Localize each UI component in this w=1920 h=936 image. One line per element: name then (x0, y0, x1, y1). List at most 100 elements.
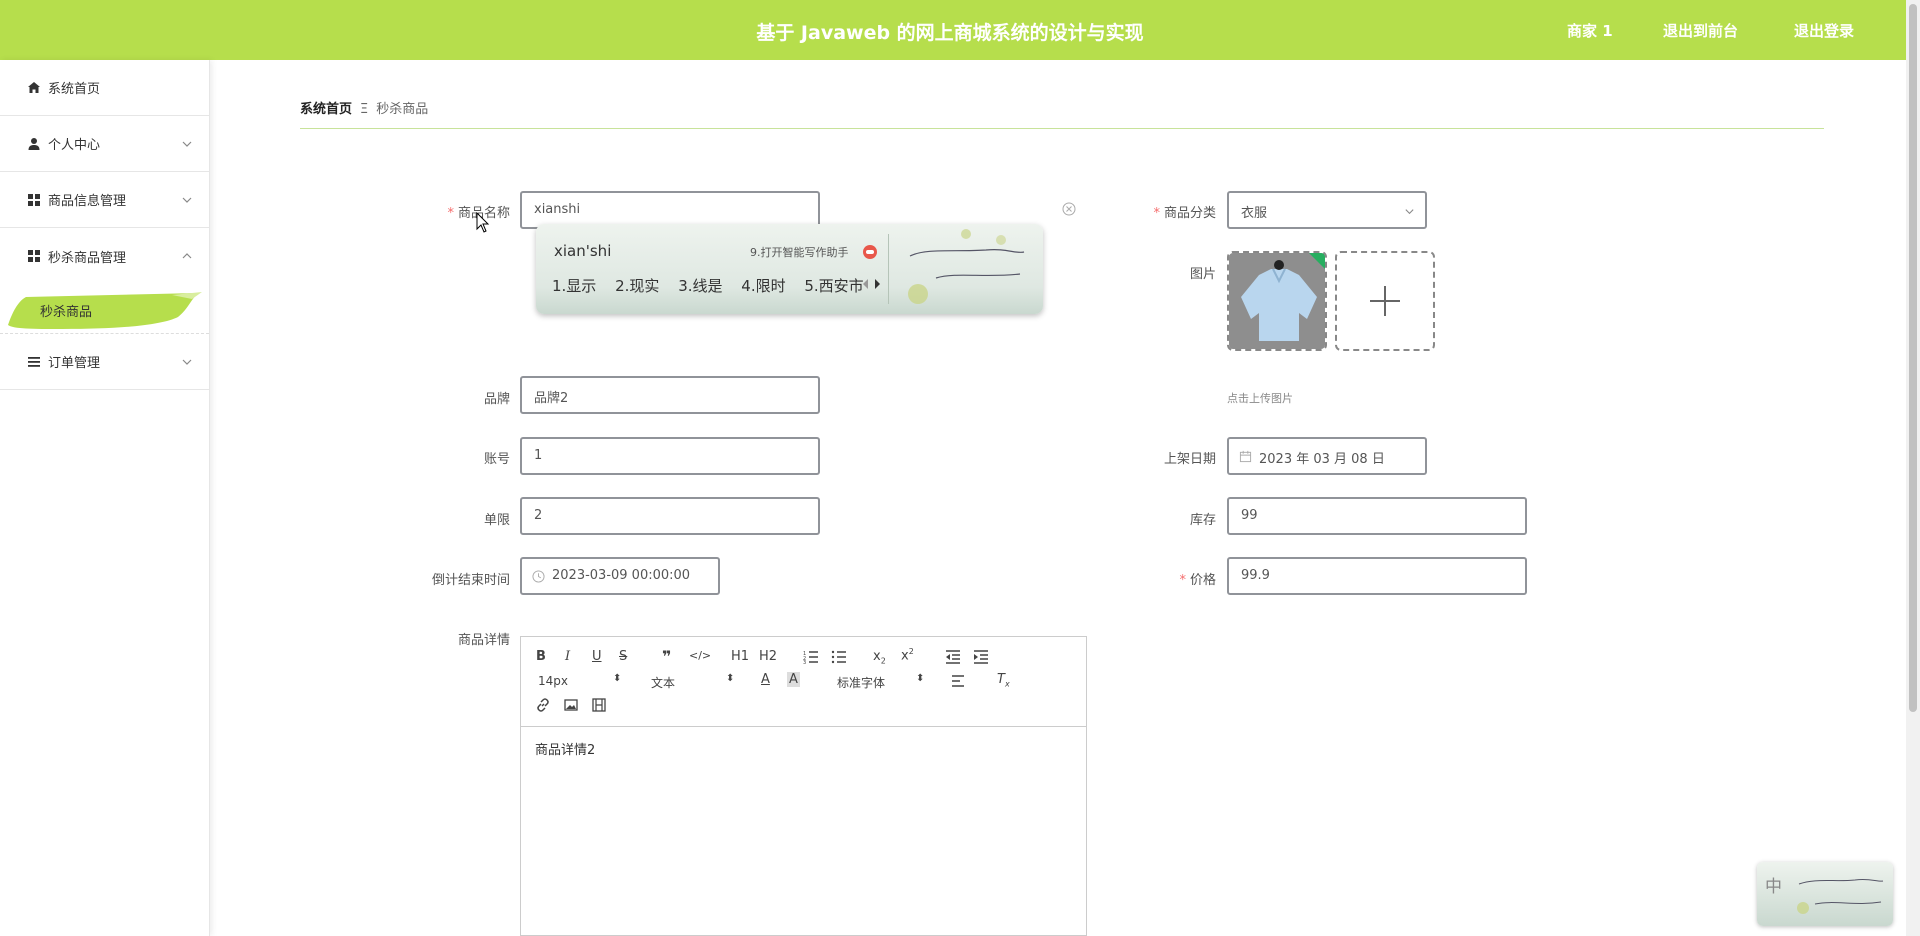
plus-icon (1370, 286, 1400, 316)
subscript-button[interactable]: x2 (873, 649, 886, 666)
sidebar-item-label: 商品信息管理 (48, 194, 127, 209)
ime-mode-indicator[interactable]: 中 (1765, 872, 1782, 897)
list-icon (28, 356, 40, 367)
svg-text:3: 3 (803, 660, 806, 664)
listing-date-picker[interactable]: 2023 年 03 月 08 日 (1227, 437, 1427, 475)
current-user-link[interactable]: 商家 1 (1567, 20, 1613, 41)
calendar-icon (1239, 450, 1252, 463)
sidebar: 系统首页 个人中心 商品信息管理 秒杀商品管理 秒杀商品 订单管理 (0, 60, 210, 936)
top-header: 基于 Javaweb 的网上商城系统的设计与实现 商家 1 退出到前台 退出登录 (0, 0, 1920, 60)
sidebar-item-label: 系统首页 (48, 82, 101, 97)
assistant-icon[interactable] (862, 244, 878, 260)
ordered-list-icon[interactable]: 123 (803, 650, 819, 664)
underline-button[interactable]: U (592, 649, 602, 664)
sidebar-item-goods[interactable]: 商品信息管理 (0, 172, 209, 228)
listing-date-label: 上架日期 (1163, 452, 1216, 467)
chevron-up-icon (182, 253, 192, 259)
page-arrows-icon[interactable] (862, 278, 882, 290)
editor-content[interactable]: 商品详情2 (521, 727, 1086, 770)
ime-skin-decoration (1797, 878, 1884, 914)
brand-input[interactable]: 品牌2 (520, 376, 820, 414)
uploaded-image-thumbnail[interactable] (1227, 251, 1327, 351)
sidebar-item-label: 订单管理 (48, 356, 101, 371)
clear-circle-icon[interactable] (1062, 202, 1076, 216)
superscript-button[interactable]: x2 (901, 647, 914, 663)
header-2-button[interactable]: H2 (759, 649, 777, 664)
block-type-select[interactable]: 文本 (651, 674, 675, 691)
app-title: 基于 Javaweb 的网上商城系统的设计与实现 (756, 22, 1144, 44)
user-icon (28, 137, 40, 150)
code-block-button[interactable]: </> (689, 649, 711, 662)
link-icon[interactable] (536, 698, 550, 712)
font-size-arrows-icon: ⬍ (613, 673, 622, 684)
ime-candidate[interactable]: 4.限时 (741, 277, 785, 295)
price-input[interactable]: 99.9 (1227, 557, 1527, 595)
align-left-icon[interactable] (951, 675, 965, 687)
breadcrumb-separator: Ξ (360, 102, 369, 117)
italic-button[interactable]: I (565, 649, 570, 664)
ime-pinyin: xian'shi (554, 242, 612, 260)
image-icon[interactable] (564, 698, 578, 712)
stock-label: 库存 (1189, 513, 1216, 528)
blockquote-button[interactable]: ❞ (662, 647, 671, 666)
countdown-label: 倒计结束时间 (431, 573, 510, 588)
chevron-down-icon (182, 359, 192, 365)
account-input[interactable]: 1 (520, 437, 820, 475)
category-value: 衣服 (1241, 206, 1268, 221)
ime-status-bar[interactable]: 中 (1757, 862, 1893, 926)
block-type-arrows-icon: ⬍ (726, 673, 735, 684)
sidebar-item-label: 秒杀商品管理 (48, 250, 127, 266)
clock-icon (532, 570, 545, 583)
sidebar-item-personal[interactable]: 个人中心 (0, 116, 209, 172)
ime-candidate[interactable]: 2.现实 (615, 277, 659, 295)
sidebar-item-flash-sale[interactable]: 秒杀商品管理 (0, 228, 209, 284)
header-1-button[interactable]: H1 (731, 649, 749, 664)
font-family-select[interactable]: 标准字体 (837, 674, 885, 691)
bold-button[interactable]: B (536, 649, 546, 664)
limit-input[interactable]: 2 (520, 497, 820, 535)
bullet-list-icon[interactable] (831, 650, 847, 664)
category-select[interactable]: 衣服 (1227, 191, 1427, 229)
breadcrumb-current: 秒杀商品 (376, 102, 429, 117)
font-color-button[interactable]: A (761, 672, 770, 687)
listing-date-value: 2023 年 03 月 08 日 (1259, 452, 1385, 467)
chevron-down-icon (182, 141, 192, 147)
upload-add-button[interactable] (1335, 251, 1435, 351)
background-color-button[interactable]: A (787, 672, 800, 687)
chevron-down-icon (182, 197, 192, 203)
strike-button[interactable]: S (619, 649, 627, 664)
breadcrumb-home[interactable]: 系统首页 (300, 102, 352, 117)
ime-candidate[interactable]: 5.西安市 (804, 277, 863, 295)
home-icon (28, 81, 40, 93)
page-scrollbar[interactable] (1906, 0, 1920, 936)
sidebar-subitem-flash-goods[interactable]: 秒杀商品 (0, 284, 209, 334)
indent-icon[interactable] (973, 650, 989, 664)
countdown-end-picker[interactable]: 2023-03-09 00:00:00 (520, 557, 720, 595)
upload-hint: 点击上传图片 (1227, 392, 1293, 405)
back-to-front-link[interactable]: 退出到前台 (1663, 20, 1738, 41)
chevron-down-icon (1405, 209, 1414, 215)
sidebar-item-orders[interactable]: 订单管理 (0, 334, 209, 390)
breadcrumb: 系统首页 Ξ 秒杀商品 (300, 98, 428, 117)
account-label: 账号 (483, 452, 510, 467)
ime-candidate[interactable]: 3.线是 (678, 277, 722, 295)
ime-skin-decoration (908, 229, 1025, 304)
category-label: * 商品分类 (1153, 206, 1216, 221)
sidebar-item-home[interactable]: 系统首页 (0, 60, 209, 116)
limit-label: 单限 (483, 513, 510, 528)
ime-candidate[interactable]: 1.显示 (552, 277, 596, 295)
ime-candidate-window: xian'shi 9.打开智能写作助手 1.显示 2.现实 3.线是 4.限时 … (536, 224, 1043, 314)
logout-link[interactable]: 退出登录 (1794, 20, 1854, 41)
shirt-image (1229, 253, 1325, 349)
active-brush-highlight (8, 292, 202, 329)
detail-label: 商品详情 (457, 633, 510, 648)
sidebar-subitem-label: 秒杀商品 (40, 305, 93, 320)
ime-assist-option[interactable]: 9.打开智能写作助手 (750, 244, 849, 260)
scrollbar-thumb[interactable] (1909, 4, 1917, 712)
sidebar-item-label: 个人中心 (48, 138, 101, 153)
video-icon[interactable] (592, 698, 606, 712)
stock-input[interactable]: 99 (1227, 497, 1527, 535)
clear-format-button[interactable]: Tx (997, 672, 1010, 689)
font-size-select[interactable]: 14px (538, 674, 568, 688)
outdent-icon[interactable] (945, 650, 961, 664)
